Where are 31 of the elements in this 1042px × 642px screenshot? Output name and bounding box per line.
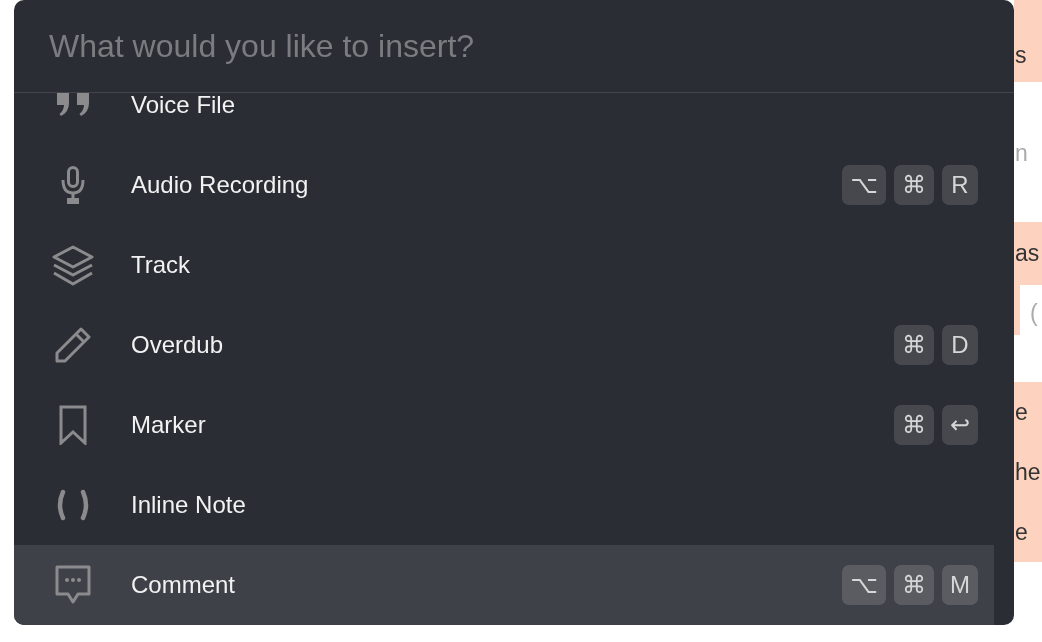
shortcut-key: R	[942, 165, 978, 205]
pencil-icon	[55, 327, 91, 363]
document-text: as	[1014, 239, 1041, 268]
menu-item[interactable]: Track	[14, 225, 994, 305]
shortcut-key: ⌘	[894, 565, 934, 605]
menu-item[interactable]: Voice File	[14, 93, 994, 145]
speech-bubble-icon	[55, 565, 91, 605]
quote-icon	[57, 93, 89, 116]
document-text: e	[1014, 518, 1029, 547]
microphone-icon	[61, 166, 85, 204]
inline-note: (	[1020, 285, 1042, 335]
menu-item[interactable]: Audio Recording ⌥ ⌘ R	[14, 145, 994, 225]
shortcut-key: ↩	[941, 405, 978, 445]
shortcut-key: ⌘	[894, 165, 934, 205]
shortcut-key: ⌥	[842, 565, 886, 605]
menu-item[interactable]: Inline Note	[14, 465, 994, 545]
menu-item[interactable]: Overdub ⌘ D	[14, 305, 994, 385]
shortcut-key: ⌥	[842, 165, 886, 205]
bookmark-icon	[59, 405, 87, 445]
menu-item[interactable]: Comment ⌥ ⌘ M	[14, 545, 994, 625]
shortcut-key: ⌘	[894, 325, 934, 365]
shortcut-key: ⌘	[893, 405, 934, 445]
shortcut-key: M	[942, 565, 978, 605]
document-text: he	[1014, 458, 1042, 487]
document-text: s	[1014, 41, 1028, 70]
search-field[interactable]: What would you like to insert?	[14, 0, 1014, 92]
menu-item[interactable]: Marker ⌘ ↩	[14, 385, 994, 465]
document-text: e	[1014, 398, 1029, 427]
layers-icon	[51, 244, 95, 286]
shortcut-key: D	[942, 325, 978, 365]
document-text: n	[1014, 139, 1029, 168]
